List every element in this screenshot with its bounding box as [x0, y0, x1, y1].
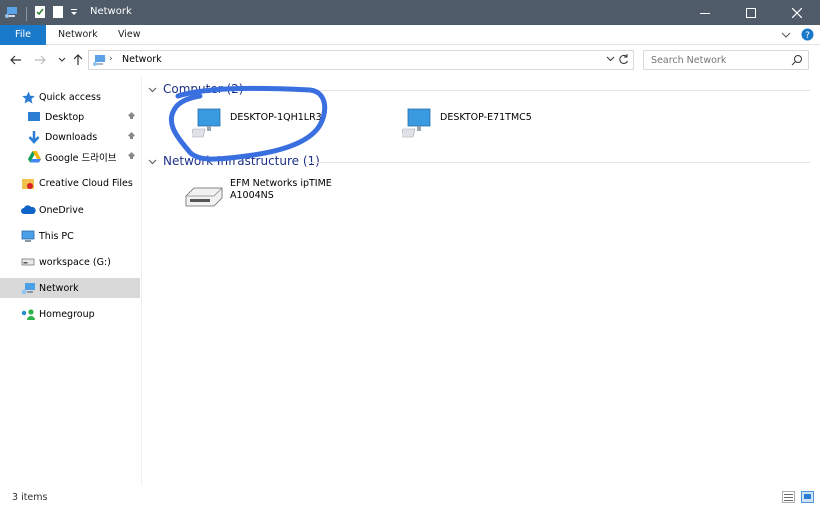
star-icon: [20, 89, 36, 105]
nav-workspace-drive[interactable]: workspace (G:): [0, 252, 140, 272]
network-icon: [20, 280, 36, 296]
nav-creative-cloud-files[interactable]: Creative Cloud Files: [0, 173, 140, 193]
tab-view[interactable]: View: [108, 25, 151, 45]
pin-icon[interactable]: [127, 132, 136, 145]
navigation-pane: Quick access Desktop Downloads Google 드라…: [0, 76, 142, 486]
nav-google-drive[interactable]: Google 드라이브: [0, 147, 140, 167]
forward-arrow-icon: [35, 55, 46, 65]
desktop-icon: [26, 109, 42, 125]
network-icon: [92, 53, 106, 70]
item-label-line2: A1004NS: [230, 190, 274, 201]
new-folder-icon[interactable]: [51, 5, 65, 22]
address-bar[interactable]: › Network: [88, 50, 634, 70]
annotation-circle: [168, 85, 328, 162]
tab-network[interactable]: Network: [48, 25, 108, 45]
details-view-icon[interactable]: [782, 491, 795, 506]
expand-ribbon-icon[interactable]: [781, 31, 791, 42]
title-bar: Network: [0, 0, 820, 25]
computer-item-desktop-e71tmc5[interactable]: DESKTOP-E71TMC5: [400, 106, 532, 141]
nav-item-label: Network: [39, 282, 79, 294]
large-icons-view-icon[interactable]: [801, 491, 814, 506]
forward-button[interactable]: [32, 52, 48, 68]
toolbar-separator: [26, 6, 27, 21]
nav-this-pc[interactable]: This PC: [0, 226, 140, 246]
group-divider: [306, 162, 810, 163]
download-icon: [26, 129, 42, 145]
window-title: Network: [90, 6, 132, 17]
search-box[interactable]: [643, 50, 809, 70]
network-icon: [4, 4, 20, 23]
status-bar: 3 items: [0, 488, 820, 508]
tab-file[interactable]: File: [0, 25, 46, 45]
search-icon[interactable]: [791, 54, 803, 69]
minimize-button[interactable]: [682, 0, 728, 25]
nav-desktop[interactable]: Desktop: [0, 107, 140, 127]
nav-quick-access[interactable]: Quick access: [0, 87, 140, 107]
chevron-down-icon: [58, 57, 66, 62]
nav-onedrive[interactable]: OneDrive: [0, 200, 140, 220]
chevron-down-icon[interactable]: [148, 154, 157, 168]
up-button[interactable]: [70, 52, 86, 68]
maximize-button[interactable]: [728, 0, 774, 25]
svg-text:?: ?: [805, 31, 810, 41]
recent-locations-button[interactable]: [54, 52, 70, 68]
nav-item-label: Google 드라이브: [45, 153, 117, 164]
computer-icon: [20, 228, 36, 244]
search-input[interactable]: [649, 51, 789, 69]
customize-toolbar-icon[interactable]: [69, 5, 79, 22]
refresh-icon[interactable]: [617, 53, 630, 69]
maximize-icon: [746, 7, 756, 18]
help-icon[interactable]: ?: [801, 28, 814, 44]
item-label: DESKTOP-E71TMC5: [440, 112, 532, 123]
item-label-line1: EFM Networks ipTIME: [230, 178, 332, 189]
minimize-icon: [700, 12, 710, 14]
item-label: EFM Networks ipTIME A1004NS: [230, 178, 332, 202]
nav-homegroup[interactable]: Homegroup: [0, 304, 140, 324]
item-count: 3 items: [12, 492, 48, 503]
computer-icon: [400, 106, 432, 141]
close-icon: [792, 7, 802, 18]
router-icon: [184, 186, 224, 211]
address-dropdown-icon[interactable]: [606, 54, 615, 66]
breadcrumb-separator[interactable]: ›: [109, 54, 113, 64]
back-arrow-icon: [10, 55, 21, 65]
nav-item-label: Quick access: [39, 91, 101, 103]
pin-icon[interactable]: [127, 152, 136, 165]
quick-access-toolbar: [4, 4, 79, 23]
nav-item-label: Downloads: [45, 131, 98, 143]
nav-item-label: Homegroup: [39, 308, 95, 320]
nav-item-label: OneDrive: [39, 204, 84, 216]
breadcrumb-network[interactable]: Network: [122, 54, 162, 65]
properties-icon[interactable]: [33, 5, 47, 22]
nav-downloads[interactable]: Downloads: [0, 127, 140, 147]
drive-icon: [20, 254, 36, 270]
pin-icon[interactable]: [127, 112, 136, 125]
nav-item-label: Desktop: [45, 111, 85, 123]
address-row: › Network: [0, 46, 820, 74]
nav-item-label: This PC: [39, 230, 74, 242]
nav-item-label: workspace (G:): [39, 256, 111, 268]
creative-cloud-icon: [20, 175, 36, 191]
chevron-down-icon[interactable]: [148, 82, 157, 96]
up-arrow-icon: [73, 54, 83, 65]
nav-network[interactable]: Network: [0, 278, 140, 298]
google-drive-icon: [26, 149, 42, 165]
network-device-iptime[interactable]: EFM Networks ipTIME A1004NS: [184, 178, 332, 211]
back-button[interactable]: [8, 52, 24, 68]
close-button[interactable]: [774, 0, 820, 25]
ribbon-tabs: File Network View ?: [0, 25, 820, 45]
nav-item-label: Creative Cloud Files: [39, 177, 133, 189]
homegroup-icon: [20, 306, 36, 322]
cloud-icon: [20, 202, 36, 218]
